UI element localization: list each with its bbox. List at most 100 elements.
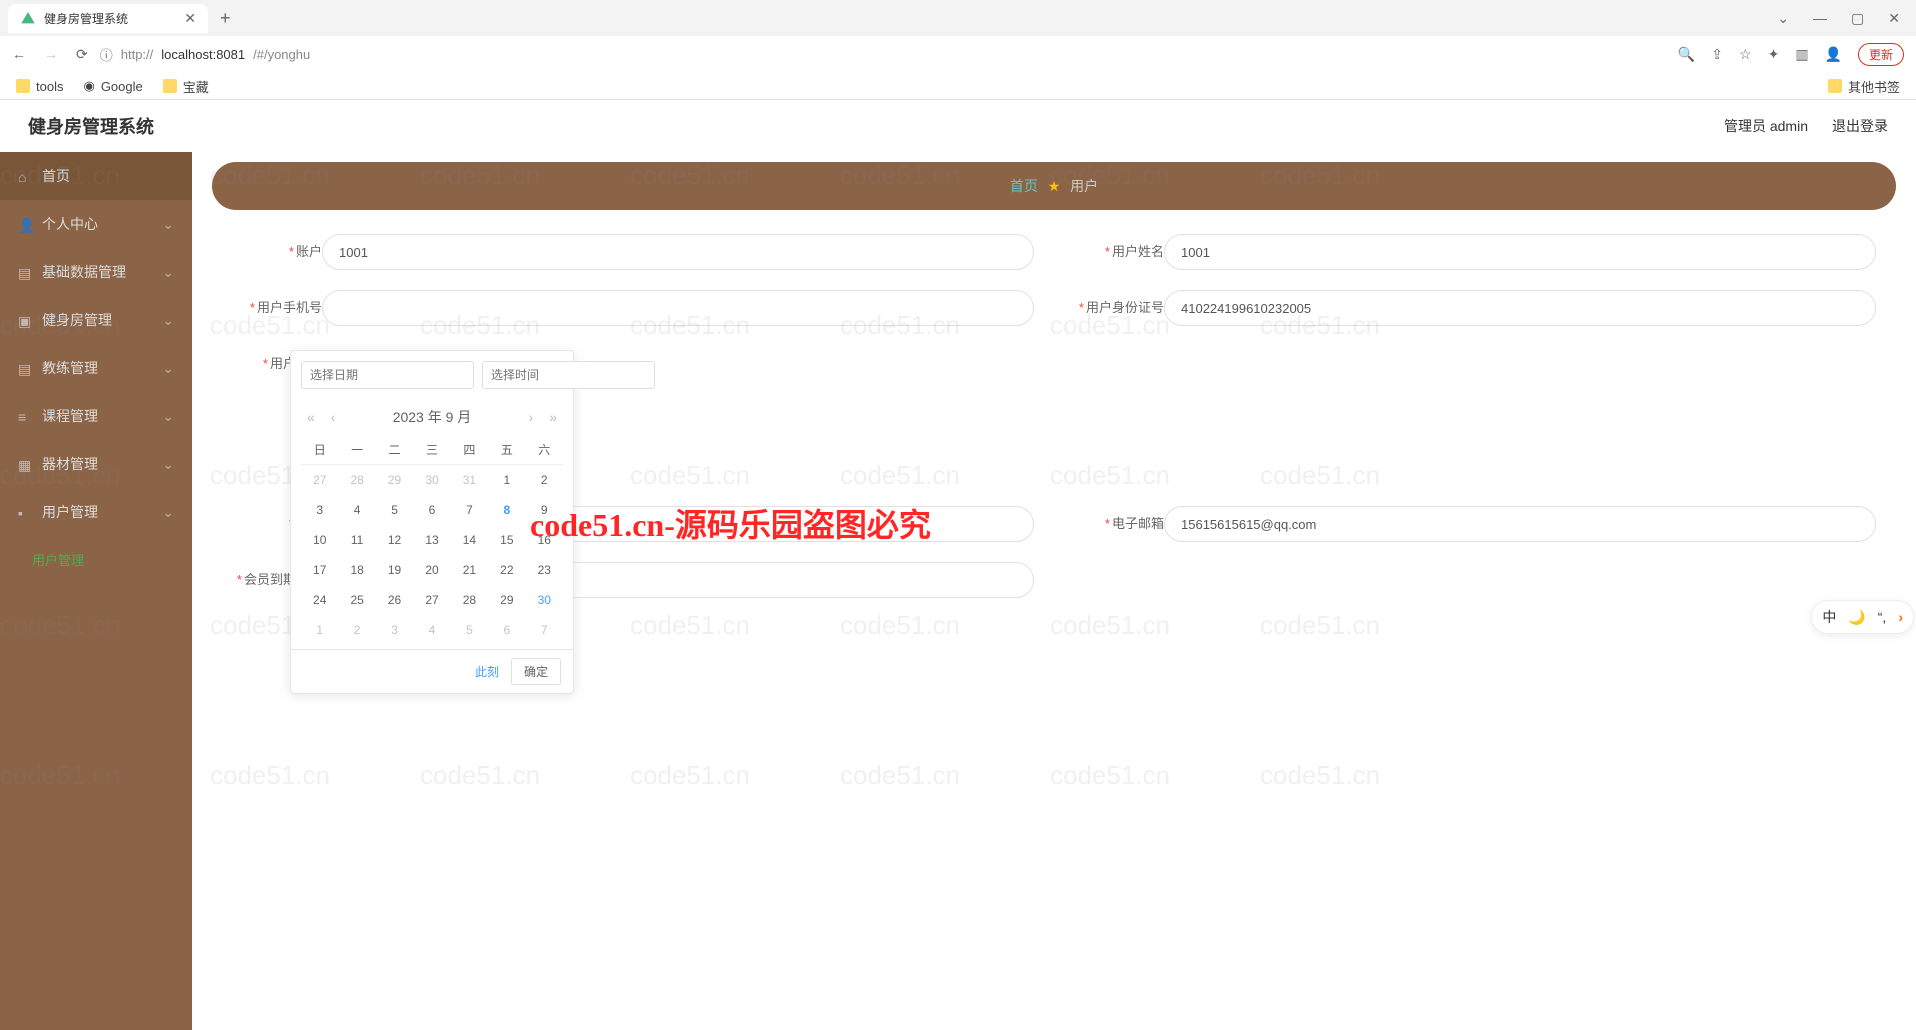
- tab-close-icon[interactable]: ✕: [184, 10, 196, 27]
- dp-day[interactable]: 14: [451, 525, 488, 555]
- dp-day[interactable]: 17: [301, 555, 338, 585]
- sidebar-item-basicdata[interactable]: ▤基础数据管理⌄: [0, 248, 192, 296]
- new-tab-button[interactable]: +: [220, 8, 231, 29]
- dp-day[interactable]: 7: [526, 615, 563, 645]
- dp-day[interactable]: 29: [376, 465, 413, 495]
- sidebar-item-users[interactable]: ▪用户管理⌄: [0, 488, 192, 536]
- update-button[interactable]: 更新: [1858, 43, 1904, 66]
- name-input[interactable]: [1164, 234, 1876, 270]
- arrow-right-icon[interactable]: ›: [1898, 609, 1903, 625]
- dp-day[interactable]: 1: [488, 465, 525, 495]
- dp-day[interactable]: 2: [526, 465, 563, 495]
- share-icon[interactable]: ⇪: [1711, 46, 1723, 63]
- dp-day[interactable]: 22: [488, 555, 525, 585]
- dp-day[interactable]: 28: [338, 465, 375, 495]
- window-minimize-icon[interactable]: —: [1813, 10, 1827, 27]
- browser-tab[interactable]: 健身房管理系统 ✕: [8, 4, 208, 33]
- dp-day[interactable]: 9: [526, 495, 563, 525]
- logout-link[interactable]: 退出登录: [1832, 116, 1888, 136]
- window-dropdown-icon[interactable]: ⌄: [1777, 10, 1789, 27]
- sidebar-item-equipment[interactable]: ▦器材管理⌄: [0, 440, 192, 488]
- home-icon: ⌂: [18, 169, 32, 183]
- dp-prev-month-icon[interactable]: ‹: [327, 409, 340, 425]
- dp-day[interactable]: 30: [413, 465, 450, 495]
- dp-next-month-icon[interactable]: ›: [525, 409, 538, 425]
- bookmark-treasure[interactable]: 宝藏: [163, 77, 209, 96]
- dp-day[interactable]: 7: [451, 495, 488, 525]
- dp-day[interactable]: 19: [376, 555, 413, 585]
- dp-day[interactable]: 20: [413, 555, 450, 585]
- quote-icon[interactable]: “,: [1878, 609, 1887, 625]
- lang-cn-button[interactable]: 中: [1822, 607, 1836, 627]
- dp-day[interactable]: 2: [338, 615, 375, 645]
- dp-day[interactable]: 25: [338, 585, 375, 615]
- dp-day[interactable]: 23: [526, 555, 563, 585]
- dp-day[interactable]: 6: [488, 615, 525, 645]
- panel-icon[interactable]: ▥: [1795, 46, 1808, 63]
- dp-day[interactable]: 11: [338, 525, 375, 555]
- dp-day[interactable]: 27: [413, 585, 450, 615]
- dp-day[interactable]: 10: [301, 525, 338, 555]
- dp-day[interactable]: 28: [451, 585, 488, 615]
- window-close-icon[interactable]: ✕: [1888, 10, 1900, 27]
- dp-day[interactable]: 6: [413, 495, 450, 525]
- chevron-down-icon: ⌄: [162, 216, 174, 233]
- dp-day[interactable]: 18: [338, 555, 375, 585]
- dp-day[interactable]: 5: [451, 615, 488, 645]
- dp-day[interactable]: 4: [413, 615, 450, 645]
- dp-day[interactable]: 8: [488, 495, 525, 525]
- email-input[interactable]: [1164, 506, 1876, 542]
- forward-icon[interactable]: →: [44, 46, 58, 63]
- dp-day[interactable]: 16: [526, 525, 563, 555]
- back-icon[interactable]: ←: [12, 46, 26, 63]
- site-info-icon[interactable]: ⓘ: [100, 45, 113, 64]
- dp-day[interactable]: 31: [451, 465, 488, 495]
- other-bookmarks[interactable]: 其他书签: [1828, 77, 1900, 96]
- dp-day[interactable]: 15: [488, 525, 525, 555]
- sidebar-item-home[interactable]: ⌂首页: [0, 152, 192, 200]
- url-box[interactable]: ⓘ http://localhost:8081/#/yonghu: [100, 45, 311, 64]
- star-icon[interactable]: ☆: [1739, 46, 1752, 63]
- breadcrumb-home[interactable]: 首页: [1010, 178, 1038, 194]
- window-maximize-icon[interactable]: ▢: [1851, 10, 1864, 27]
- dp-day[interactable]: 3: [376, 615, 413, 645]
- dp-day[interactable]: 4: [338, 495, 375, 525]
- date-picker-popup: « ‹ 2023 年 9 月 › » 日一二三四五六27282930311234…: [290, 350, 574, 694]
- dp-day[interactable]: 5: [376, 495, 413, 525]
- moon-icon[interactable]: 🌙: [1848, 609, 1865, 626]
- reload-icon[interactable]: ⟳: [76, 46, 88, 63]
- sidebar-item-profile[interactable]: 👤个人中心⌄: [0, 200, 192, 248]
- extensions-icon[interactable]: ✦: [1768, 46, 1780, 63]
- dp-now-button[interactable]: 此刻: [475, 663, 499, 680]
- dp-ok-button[interactable]: 确定: [511, 658, 561, 685]
- dp-day[interactable]: 13: [413, 525, 450, 555]
- dp-day[interactable]: 29: [488, 585, 525, 615]
- dp-weekday: 三: [413, 435, 450, 465]
- phone-input[interactable]: [322, 290, 1034, 326]
- course-icon: ≡: [18, 409, 32, 423]
- coach-icon: ▤: [18, 361, 32, 375]
- dp-day[interactable]: 21: [451, 555, 488, 585]
- zoom-icon[interactable]: 🔍: [1678, 46, 1695, 63]
- bookmark-tools[interactable]: tools: [16, 79, 63, 94]
- sidebar-subitem-users[interactable]: 用户管理: [0, 536, 192, 583]
- profile-icon[interactable]: 👤: [1825, 46, 1842, 63]
- dp-day[interactable]: 3: [301, 495, 338, 525]
- account-input[interactable]: [322, 234, 1034, 270]
- dp-day[interactable]: 24: [301, 585, 338, 615]
- dp-time-input[interactable]: [482, 361, 655, 389]
- dp-day[interactable]: 12: [376, 525, 413, 555]
- sidebar-item-gym[interactable]: ▣健身房管理⌄: [0, 296, 192, 344]
- dp-next-year-icon[interactable]: »: [545, 409, 561, 425]
- dp-prev-year-icon[interactable]: «: [303, 409, 319, 425]
- tab-bar: 健身房管理系统 ✕ + ⌄ — ▢ ✕: [0, 0, 1916, 36]
- dp-day[interactable]: 30: [526, 585, 563, 615]
- sidebar-item-coach[interactable]: ▤教练管理⌄: [0, 344, 192, 392]
- sidebar-item-course[interactable]: ≡课程管理⌄: [0, 392, 192, 440]
- dp-day[interactable]: 26: [376, 585, 413, 615]
- bookmark-google[interactable]: ◉Google: [83, 78, 142, 94]
- dp-day[interactable]: 27: [301, 465, 338, 495]
- dp-day[interactable]: 1: [301, 615, 338, 645]
- idcard-input[interactable]: [1164, 290, 1876, 326]
- dp-date-input[interactable]: [301, 361, 474, 389]
